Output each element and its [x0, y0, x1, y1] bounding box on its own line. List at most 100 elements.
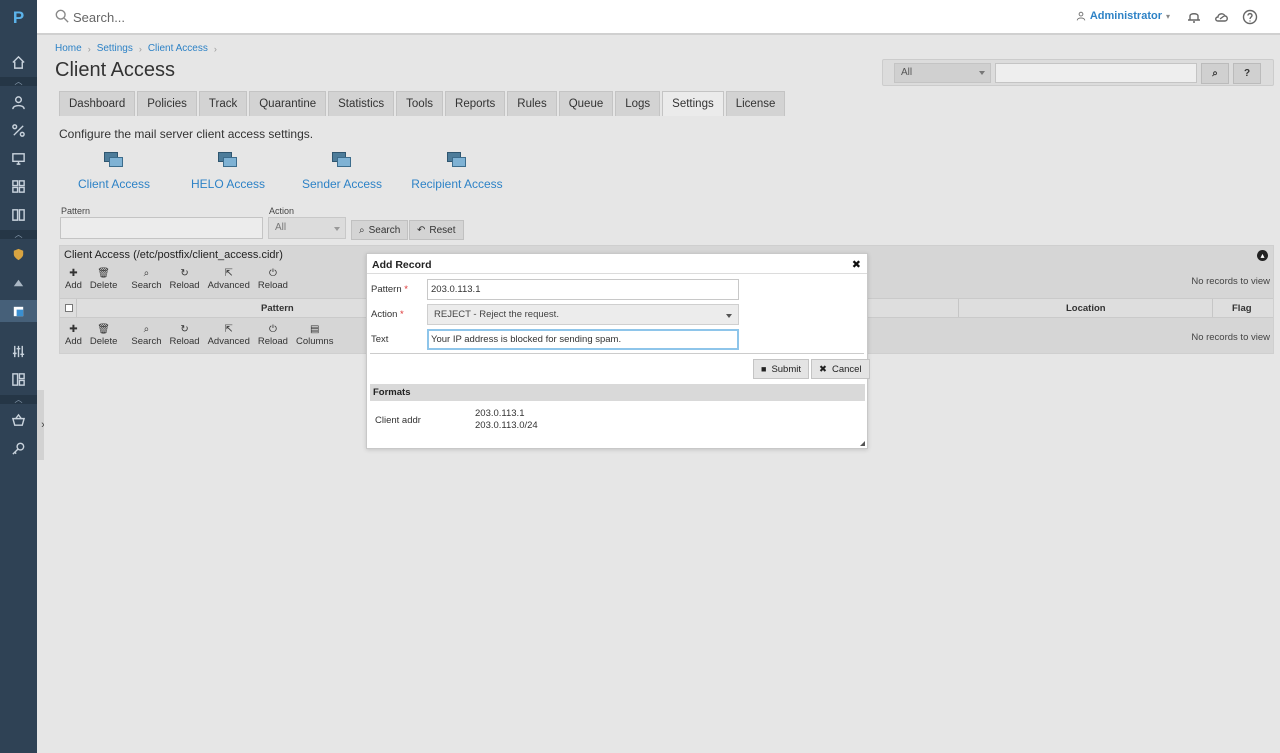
key-icon[interactable]	[6, 438, 31, 458]
pattern-field[interactable]: 203.0.113.1	[427, 279, 739, 300]
reset-button[interactable]: ↶ Reset	[409, 220, 464, 240]
tab-track[interactable]: Track	[198, 91, 248, 116]
cancel-button[interactable]: ✖ Cancel	[811, 359, 870, 379]
filter-search-button[interactable]: ⌕	[1201, 63, 1229, 84]
text-field[interactable]: Your IP address is blocked for sending s…	[427, 329, 739, 350]
no-records-text: No records to view	[1191, 276, 1270, 287]
resize-handle-icon[interactable]	[860, 441, 865, 446]
breadcrumb-client-access[interactable]: Client Access	[148, 43, 208, 54]
pattern-search-input[interactable]	[60, 217, 263, 239]
tab-dashboard[interactable]: Dashboard	[59, 91, 136, 116]
breadcrumb-settings[interactable]: Settings	[97, 43, 133, 54]
caret-down-icon	[726, 314, 732, 318]
select-all-checkbox[interactable]	[65, 304, 73, 312]
page-description: Configure the mail server client access …	[59, 127, 314, 141]
tab-statistics[interactable]: Statistics	[328, 91, 395, 116]
chevron-right-icon: ›	[213, 43, 217, 54]
global-search-input[interactable]	[73, 6, 473, 28]
tab-bar: Dashboard Policies Track Quarantine Stat…	[59, 91, 786, 116]
advanced-button[interactable]: ⇱ Advanced	[204, 324, 254, 352]
caret-down-icon	[334, 227, 340, 231]
monitor-icon[interactable]	[6, 148, 31, 168]
add-button[interactable]: ✚ Add	[61, 324, 86, 352]
reload-icon: ↻	[180, 324, 189, 335]
action-select[interactable]: All	[268, 217, 346, 239]
advanced-button[interactable]: ⇱ Advanced	[204, 268, 254, 296]
notifications-icon[interactable]	[1186, 9, 1202, 25]
no-records-text: No records to view	[1191, 332, 1270, 343]
reload-icon: ↻	[180, 268, 189, 279]
close-icon: ✖	[819, 363, 827, 375]
close-icon[interactable]: ✖	[852, 258, 861, 271]
access-item-client[interactable]: Client Access	[59, 152, 169, 191]
plus-icon: ✚	[69, 324, 78, 335]
book-icon[interactable]	[6, 204, 31, 224]
pattern-field-label: Pattern *	[371, 284, 408, 295]
top-toolbar: ✚ Add 🗑 Delete ⌕ Search ↻ Reload ⇱ Advanced ⏻…	[61, 268, 292, 296]
dashboard-icon[interactable]	[6, 369, 31, 389]
breadcrumb-home[interactable]: Home	[55, 43, 82, 54]
reload-button[interactable]: ↻ Reload	[165, 268, 203, 296]
reload-button-2[interactable]: ⏻ Reload	[254, 324, 292, 352]
nav-group-toggle[interactable]: ︿	[0, 395, 37, 404]
submit-button[interactable]: ■ Submit	[753, 359, 810, 379]
formats-header: Formats	[370, 384, 865, 401]
access-item-helo[interactable]: HELO Access	[173, 152, 283, 191]
tab-settings[interactable]: Settings	[662, 91, 724, 116]
breadcrumb: Home › Settings › Client Access ›	[55, 43, 217, 54]
save-icon: ■	[761, 364, 767, 374]
basket-icon[interactable]	[6, 410, 31, 430]
help-icon[interactable]	[1242, 9, 1258, 25]
columns-button[interactable]: ▤ Columns	[292, 324, 338, 352]
add-button[interactable]: ✚ Add	[61, 268, 86, 296]
sliders-icon[interactable]	[6, 341, 31, 361]
tab-quarantine[interactable]: Quarantine	[249, 91, 327, 116]
delete-button[interactable]: 🗑 Delete	[86, 268, 121, 296]
cloud-sync-icon[interactable]	[1214, 9, 1230, 25]
tab-policies[interactable]: Policies	[137, 91, 197, 116]
tab-reports[interactable]: Reports	[445, 91, 506, 116]
tab-license[interactable]: License	[725, 91, 786, 116]
reload-button-2[interactable]: ⏻ Reload	[254, 268, 292, 296]
bottom-toolbar: ✚ Add 🗑 Delete ⌕ Search ↻ Reload ⇱ Advanced ⏻…	[61, 324, 337, 352]
col-pattern[interactable]: Pattern	[261, 303, 294, 314]
chevron-right-icon: ›	[87, 43, 91, 54]
search-icon: ⌕	[143, 268, 150, 279]
reload-button[interactable]: ↻ Reload	[165, 324, 203, 352]
search-toolbar-button[interactable]: ⌕ Search	[127, 324, 165, 352]
action-field-select[interactable]: REJECT - Reject the request.	[427, 304, 739, 325]
access-item-sender[interactable]: Sender Access	[287, 152, 397, 191]
search-toolbar-button[interactable]: ⌕ Search	[127, 268, 165, 296]
help-button[interactable]: ?	[1233, 63, 1261, 84]
access-item-recipient[interactable]: Recipient Access	[402, 152, 512, 191]
mail-shield-icon[interactable]	[0, 300, 37, 322]
add-record-dialog: Add Record ✖ Pattern * 203.0.113.1 Actio…	[366, 253, 870, 449]
header-filter: All ⌕ ?	[882, 59, 1274, 86]
tab-logs[interactable]: Logs	[615, 91, 661, 116]
shield-icon[interactable]	[6, 244, 31, 264]
search-icon	[55, 9, 69, 23]
chevron-right-icon: ›	[138, 43, 142, 54]
user-menu[interactable]: Administrator ▾	[1076, 10, 1170, 22]
search-button[interactable]: ⌕ Search	[351, 220, 409, 240]
col-flag[interactable]: Flag	[1232, 303, 1252, 314]
collapse-icon[interactable]: ▴	[1257, 250, 1268, 261]
user-icon[interactable]	[6, 92, 31, 112]
nav-group-toggle[interactable]: ︿	[0, 77, 37, 86]
home-icon[interactable]	[6, 52, 31, 72]
filter-select[interactable]: All	[894, 63, 991, 83]
percent-icon[interactable]	[6, 120, 31, 140]
tab-tools[interactable]: Tools	[396, 91, 444, 116]
filter-input[interactable]	[995, 63, 1197, 83]
cloud-icon[interactable]	[6, 272, 31, 292]
caret-down-icon	[979, 71, 985, 75]
tab-rules[interactable]: Rules	[507, 91, 557, 116]
app-logo[interactable]: P	[0, 0, 37, 36]
access-list-icon	[104, 152, 124, 168]
delete-button[interactable]: 🗑 Delete	[86, 324, 121, 352]
tab-queue[interactable]: Queue	[558, 91, 614, 116]
pattern-label: Pattern	[61, 206, 91, 216]
grid-icon[interactable]	[6, 176, 31, 196]
col-location[interactable]: Location	[1066, 303, 1106, 314]
nav-group-toggle[interactable]: ︿	[0, 230, 37, 239]
